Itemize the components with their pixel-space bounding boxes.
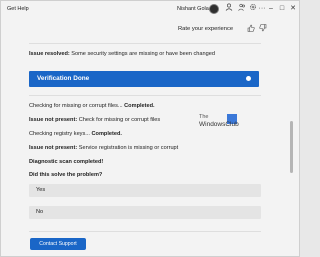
verification-dot-icon [246,76,251,81]
answer-no-option[interactable]: No [29,206,261,219]
divider [29,231,261,232]
contact-support-button[interactable]: Contact Support [30,238,86,250]
issue-not-present-text: Check for missing or corrupt files [77,117,161,123]
checking-files-status: Completed. [124,103,155,109]
answer-label: No [36,209,44,215]
checking-files-line: Checking for missing or corrupt files...… [29,103,155,109]
app-title: Get Help [7,6,29,12]
issue-not-present-text: Service registration is missing or corru… [77,145,179,151]
issue-resolved-prefix: Issue resolved: [29,51,70,57]
issue-resolved-line: Issue resolved: Some security settings a… [29,51,215,57]
checking-registry-line: Checking registry keys... Completed. [29,131,122,137]
user-name: Nishant Gola [177,6,209,12]
answer-label: Yes [36,187,46,193]
verification-banner[interactable]: Verification Done [29,71,259,87]
issue-resolved-text: Some security settings are missing or ha… [69,51,215,57]
person-icon[interactable] [223,3,235,15]
issue-not-present-line-1: Issue not present: Check for missing or … [29,117,160,123]
verification-label: Verification Done [37,75,90,82]
titlebar: Get Help Nishant Gola ··· – □ ✕ [1,1,299,19]
thumbs-up-icon[interactable] [245,24,256,35]
divider [29,43,261,44]
diagnostic-complete-text: Diagnostic scan completed! [29,159,104,165]
watermark-line-1: The [199,114,209,120]
issue-not-present-prefix: Issue not present: [29,145,78,151]
issue-not-present-prefix: Issue not present: [29,117,78,123]
thumbs-down-icon[interactable] [257,24,268,35]
question-text: Did this solve the problem? [29,172,103,178]
rate-experience-label: Rate your experience [178,26,234,32]
scrollbar-thumb[interactable] [290,121,293,173]
get-help-window: Get Help Nishant Gola ··· – □ ✕ Rate you… [0,0,300,257]
divider [29,95,261,96]
watermark-line-2: WindowsClub [199,121,239,128]
checking-files-prefix: Checking for missing or corrupt files... [29,103,125,109]
results-panel: Issue resolved: Some security settings a… [29,39,261,239]
windowsclub-watermark: The WindowsClub [199,114,239,138]
checking-registry-status: Completed. [91,131,122,137]
answer-yes-option[interactable]: Yes [29,184,261,197]
avatar[interactable] [209,4,219,14]
close-icon[interactable]: ✕ [287,4,299,16]
checking-registry-prefix: Checking registry keys... [29,131,92,137]
issue-not-present-line-2: Issue not present: Service registration … [29,145,178,151]
